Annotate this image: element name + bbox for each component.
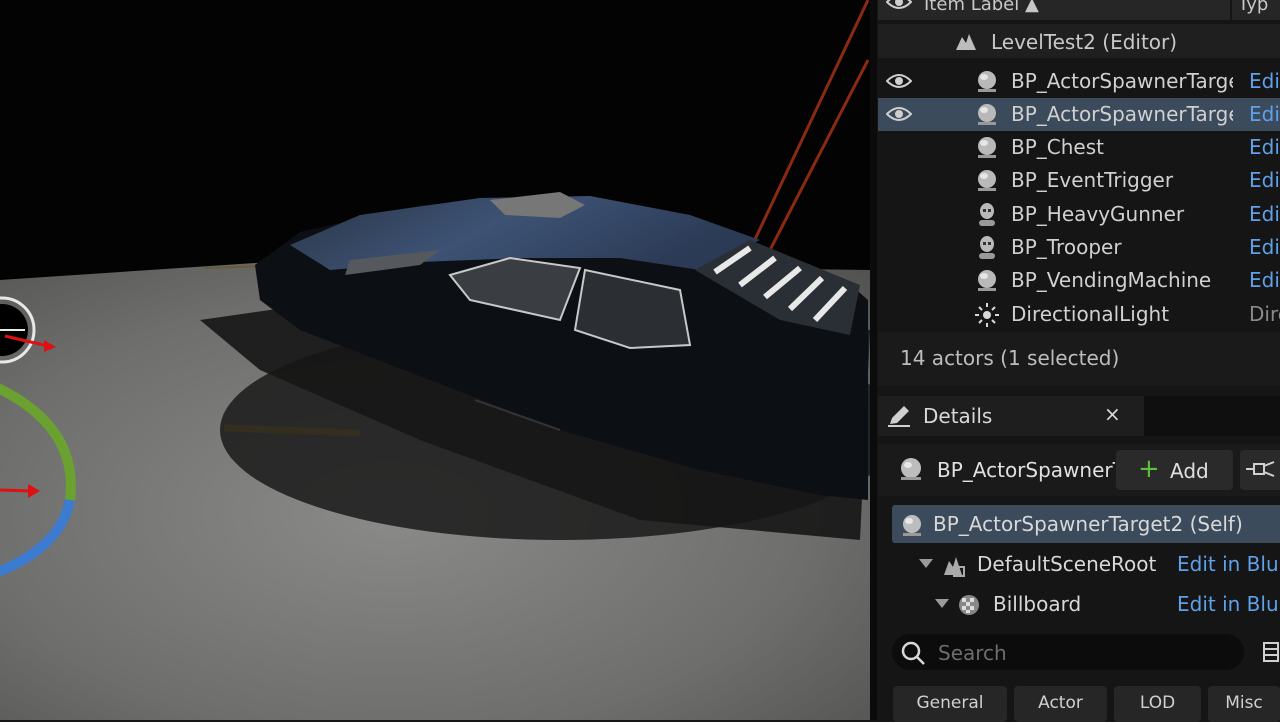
component-name: DefaultSceneRoot (977, 552, 1157, 576)
sphere-icon (978, 270, 996, 291)
outliner-row[interactable]: BP_ActorSpawnerTarget Edi (878, 65, 1280, 98)
category-button-misc[interactable]: Misc (1208, 686, 1280, 722)
tab-details[interactable]: Details × (878, 396, 1144, 436)
outliner-row[interactable]: BP_ActorSpawnerTarget2 Edi (878, 98, 1280, 131)
category-button-general[interactable]: General (893, 686, 1007, 722)
pencil-icon (888, 406, 910, 427)
scene-root-icon (944, 557, 965, 577)
actor-name-field[interactable]: BP_ActorSpawnerTarget2 (937, 458, 1115, 482)
level-icon (956, 34, 976, 50)
outliner-row-type[interactable]: Edi (1249, 202, 1280, 226)
expand-triangle-icon[interactable] (935, 599, 949, 608)
outliner-status-bar: 14 actors (1 selected) (878, 332, 1280, 386)
outliner-row-type: Dire (1249, 302, 1280, 326)
outliner-row-name: BP_EventTrigger (1011, 168, 1174, 192)
details-search-box[interactable] (892, 634, 1244, 670)
details-actor-header: BP_ActorSpawnerTarget2 + Add (878, 444, 1280, 496)
outliner-row-type[interactable]: Edi (1249, 102, 1280, 126)
billboard-icon (959, 595, 979, 615)
level-name: LevelTest2 (Editor) (991, 30, 1178, 54)
close-icon[interactable]: × (1104, 402, 1121, 426)
character-icon (979, 203, 995, 226)
column-item-label[interactable]: Item Label ▲ (924, 0, 1039, 15)
sort-up-icon: ▲ (1025, 0, 1039, 15)
plus-icon: + (1138, 454, 1160, 484)
details-tabbar: Details × (878, 396, 1280, 436)
edit-in-blueprint-link[interactable]: Edit in Blu (1177, 592, 1279, 616)
column-type[interactable]: Typ (1238, 0, 1268, 15)
component-row[interactable]: Billboard Edit in Blu (878, 585, 1280, 623)
sphere-icon (903, 515, 921, 536)
outliner-column-header: Item Label ▲ Typ (878, 0, 1280, 20)
outliner-row-name: BP_VendingMachine (1011, 268, 1212, 292)
component-row[interactable]: BP_ActorSpawnerTarget2 (Self) (892, 505, 1280, 543)
outliner-row[interactable]: BP_EventTrigger Edi (878, 164, 1280, 197)
details-tab-title: Details (923, 404, 993, 428)
search-input[interactable] (936, 638, 1230, 668)
category-button-lod[interactable]: LOD (1114, 686, 1201, 722)
viewport-scene (0, 0, 870, 720)
character-icon (979, 236, 995, 259)
outliner-row-name: DirectionalLight (1011, 302, 1170, 326)
level-viewport[interactable] (0, 0, 870, 720)
component-name: BP_ActorSpawnerTarget2 (Self) (933, 512, 1243, 536)
outliner-row-type[interactable]: Edi (1249, 168, 1280, 192)
outliner-level-row[interactable]: LevelTest2 (Editor) (878, 24, 1280, 58)
expand-triangle-icon[interactable] (919, 559, 933, 568)
sphere-icon (901, 458, 921, 480)
outliner-row-name: BP_ActorSpawnerTarget (1011, 69, 1233, 93)
outliner-row[interactable]: DirectionalLight Dire (878, 298, 1280, 331)
outliner-row-type[interactable]: Edi (1249, 135, 1280, 159)
outliner-row[interactable]: BP_Chest Edi (878, 131, 1280, 164)
actor-count-text: 14 actors (1 selected) (900, 346, 1120, 370)
sphere-icon (978, 137, 996, 158)
eye-icon[interactable] (886, 0, 912, 10)
eye-icon[interactable] (886, 73, 912, 89)
outliner-row[interactable]: BP_VendingMachine Edi (878, 264, 1280, 297)
sphere-icon (978, 104, 996, 125)
outliner-row[interactable]: BP_Trooper Edi (878, 231, 1280, 264)
sun-icon (975, 303, 999, 327)
outliner-row-name: BP_Chest (1011, 135, 1104, 159)
eye-icon[interactable] (886, 106, 912, 122)
outliner-row-type[interactable]: Edi (1249, 235, 1280, 259)
edit-in-blueprint-link[interactable]: Edit in Blu (1177, 552, 1279, 576)
outliner-row-type[interactable]: Edi (1249, 69, 1280, 93)
category-button-actor[interactable]: Actor (1014, 686, 1107, 722)
component-row[interactable]: DefaultSceneRoot Edit in Blu (878, 545, 1280, 583)
search-icon (901, 641, 925, 665)
blueprint-button[interactable] (1240, 450, 1280, 490)
sphere-icon (978, 170, 996, 191)
table-view-icon[interactable] (1262, 640, 1280, 664)
outliner-row-name: BP_Trooper (1011, 235, 1122, 259)
add-button-label: Add (1170, 459, 1209, 483)
blueprint-icon (1246, 461, 1275, 477)
sphere-icon (978, 71, 996, 92)
outliner-row-type[interactable]: Edi (1249, 268, 1280, 292)
outliner-row[interactable]: BP_HeavyGunner Edi (878, 198, 1280, 231)
column-divider[interactable] (1230, 0, 1232, 20)
outliner-row-name: BP_HeavyGunner (1011, 202, 1185, 226)
add-component-button[interactable]: + Add (1116, 450, 1233, 490)
component-name: Billboard (993, 592, 1082, 616)
outliner-row-name: BP_ActorSpawnerTarget2 (1011, 102, 1233, 126)
